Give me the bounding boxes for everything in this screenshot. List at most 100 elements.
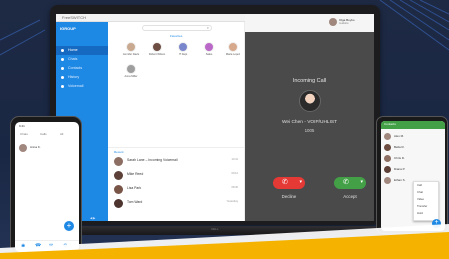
call-panel-header: Olga Boyko Available (245, 14, 374, 32)
contact-card[interactable]: Maria Lopez (222, 42, 244, 56)
list-item-name: Alex M. (394, 134, 405, 138)
contact-card[interactable]: Sales (198, 42, 220, 56)
contact-name: Jennifer Davis (122, 53, 140, 56)
menu-item-transfer[interactable]: Transfer (414, 203, 438, 210)
list-item[interactable]: Anna K. (19, 144, 75, 154)
phone-icon: ✆ (343, 179, 349, 186)
history-time: 10:41 (231, 158, 239, 161)
sidebar-item-home[interactable]: Home (56, 46, 108, 55)
phone-hangup-icon: ✆ (282, 179, 288, 186)
search-input[interactable]: ⌕ (142, 25, 212, 31)
avatar (126, 64, 136, 74)
history-name: Mike Reed (127, 172, 144, 176)
history-row[interactable]: Lisa Park 08:30 (114, 185, 242, 196)
contact-name: IT Dept (178, 53, 188, 56)
contact-card[interactable]: Robert Wilson (146, 42, 168, 56)
caller-avatar (299, 90, 321, 112)
avatar (384, 133, 391, 140)
avatar (114, 199, 123, 208)
avatar (384, 177, 391, 184)
history-icon (61, 76, 64, 79)
sidebar-item-history[interactable]: History (56, 73, 108, 82)
list-item[interactable]: Bella R. (384, 144, 442, 153)
avatar (126, 42, 136, 52)
sidebar-item-voicemail[interactable]: Voicemail (56, 82, 108, 91)
contact-card[interactable]: Anna Miller (120, 64, 142, 78)
call-title: Incoming Call (292, 78, 327, 84)
divider (108, 147, 245, 148)
sidebar-item-label: Chats (68, 57, 78, 61)
avatar[interactable] (329, 18, 337, 26)
laptop-brand-label: DELL (211, 227, 219, 231)
menu-item-hold[interactable]: Hold (414, 210, 438, 217)
sidebar-item-chats[interactable]: Chats (56, 55, 108, 64)
contacts-panel: ⌕ Favorites Jennifer Davis Robert Wilson… (108, 22, 245, 221)
contact-name: Robert Wilson (148, 53, 166, 56)
list-item-name: Diana P. (394, 167, 406, 171)
home-icon (61, 49, 64, 52)
menu-item-call[interactable]: Call (414, 182, 438, 189)
avatar (384, 166, 391, 173)
sidebar-item-label: Contacts (68, 66, 83, 70)
add-button[interactable]: + (432, 219, 441, 228)
contact-card[interactable]: Jennifer Davis (120, 42, 142, 56)
history-row[interactable]: Mike Reed 09:12 (114, 171, 242, 182)
chat-icon (61, 58, 64, 61)
window-title: FreeSWITCH (62, 15, 86, 20)
mail-icon[interactable]: ✉ (49, 243, 53, 249)
home-icon[interactable]: ◉ (21, 243, 25, 249)
chevron-down-icon[interactable]: ▾ (360, 179, 363, 185)
history-row[interactable]: Sarah Lane – Incoming Voicemail 10:41 (114, 157, 242, 168)
tab-chats[interactable]: Chats (20, 132, 28, 136)
caller-number: 1005 (304, 128, 315, 133)
gear-icon[interactable]: ⚙ (63, 243, 67, 249)
avatar (228, 42, 238, 52)
voicemail-icon (61, 85, 64, 88)
list-item[interactable]: Chris D. (384, 155, 442, 164)
decline-label: Decline (281, 194, 297, 199)
user-status: Available (339, 22, 349, 25)
list-item[interactable]: Alex M. (384, 133, 442, 142)
sidebar-item-contacts[interactable]: Contacts (56, 64, 108, 73)
mobile-screen: Contacts Alex M. Bella R. Chris D. Diana… (381, 121, 445, 231)
status-time: 9:41 (19, 124, 25, 128)
contact-name: Maria Lopez (225, 53, 241, 56)
mobile-phone-right: Contacts Alex M. Bella R. Chris D. Diana… (376, 116, 448, 234)
contact-name: Anna Miller (124, 75, 138, 78)
contact-name: Sales (205, 53, 213, 56)
tab-calls[interactable]: Calls (40, 132, 47, 136)
menu-item-video[interactable]: Video (414, 196, 438, 203)
favorites-label: Favorites (170, 34, 183, 38)
avatar (114, 185, 123, 194)
decline-button[interactable]: ✆ ▾ (273, 177, 305, 189)
history-row[interactable]: Tom Ward Yesterday (114, 199, 242, 210)
caller-name: Wei Chen - VOIP/UHLIST (281, 120, 338, 125)
chevron-down-icon[interactable]: ▾ (299, 179, 302, 185)
history-name: Sarah Lane – Incoming Voicemail (127, 158, 178, 162)
contact-card[interactable]: IT Dept (172, 42, 194, 56)
avatar (384, 155, 391, 162)
tab-all[interactable]: All (60, 132, 63, 136)
mobile-screen: 9:41 Chats Calls All Anna K. + ◉ ☎ ✉ ⚙ (15, 122, 79, 252)
contacts-icon (61, 67, 64, 70)
context-menu: Call Chat Video Transfer Hold (413, 181, 439, 221)
avatar (178, 42, 188, 52)
sidebar-item-label: Home (68, 48, 78, 52)
history-time: Yesterday (226, 200, 238, 203)
history-name: Tom Ward (127, 200, 143, 204)
history-time: 09:12 (231, 172, 239, 175)
add-button[interactable]: + (64, 221, 74, 231)
avatar (384, 144, 391, 151)
brand-logo: IGROUP (60, 26, 76, 31)
list-item-name: Ethan S. (394, 178, 406, 182)
app-bar-title: Contacts (384, 122, 396, 126)
accept-button[interactable]: ✆ ▾ (334, 177, 366, 189)
history-time: 08:30 (231, 186, 239, 189)
app-bar: Contacts (381, 121, 445, 129)
menu-item-chat[interactable]: Chat (414, 189, 438, 196)
sidebar-footer-controls[interactable]: ◀ ▶ (90, 216, 95, 220)
avatar (114, 157, 123, 166)
list-item[interactable]: Diana P. (384, 166, 442, 175)
phone-icon[interactable]: ☎ (35, 243, 41, 249)
avatar (152, 42, 162, 52)
